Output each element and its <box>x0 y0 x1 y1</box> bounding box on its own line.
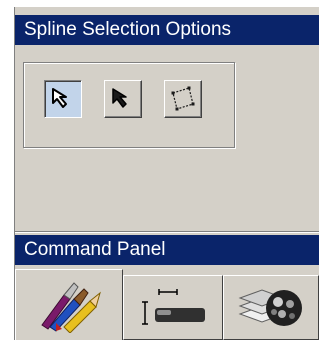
select-arrow-icon <box>52 88 67 108</box>
tab-layers[interactable] <box>223 275 319 340</box>
command-panel-title-bar: Command Panel <box>15 235 319 265</box>
select-arrow-button[interactable] <box>44 80 82 118</box>
layers-sphere-icon <box>238 288 302 326</box>
bounding-box-icon <box>171 86 195 111</box>
spline-selection-button-group <box>23 62 235 148</box>
dimension-ruler-icon <box>142 288 205 325</box>
brushes-pencil-icon <box>41 282 101 333</box>
black-arrow-icon <box>112 88 127 108</box>
command-panel-tabs <box>15 265 319 340</box>
bounding-box-button[interactable] <box>164 80 202 118</box>
tab-dimensions[interactable] <box>123 275 223 340</box>
spline-selection-title-bar: Spline Selection Options <box>15 15 319 45</box>
top-gap <box>15 7 319 15</box>
direct-select-button[interactable] <box>104 80 142 118</box>
panel-divider <box>15 231 319 233</box>
tab-paint-tools[interactable] <box>15 269 123 340</box>
toolbox-frame: Spline Selection Options Command Panel <box>14 7 319 340</box>
